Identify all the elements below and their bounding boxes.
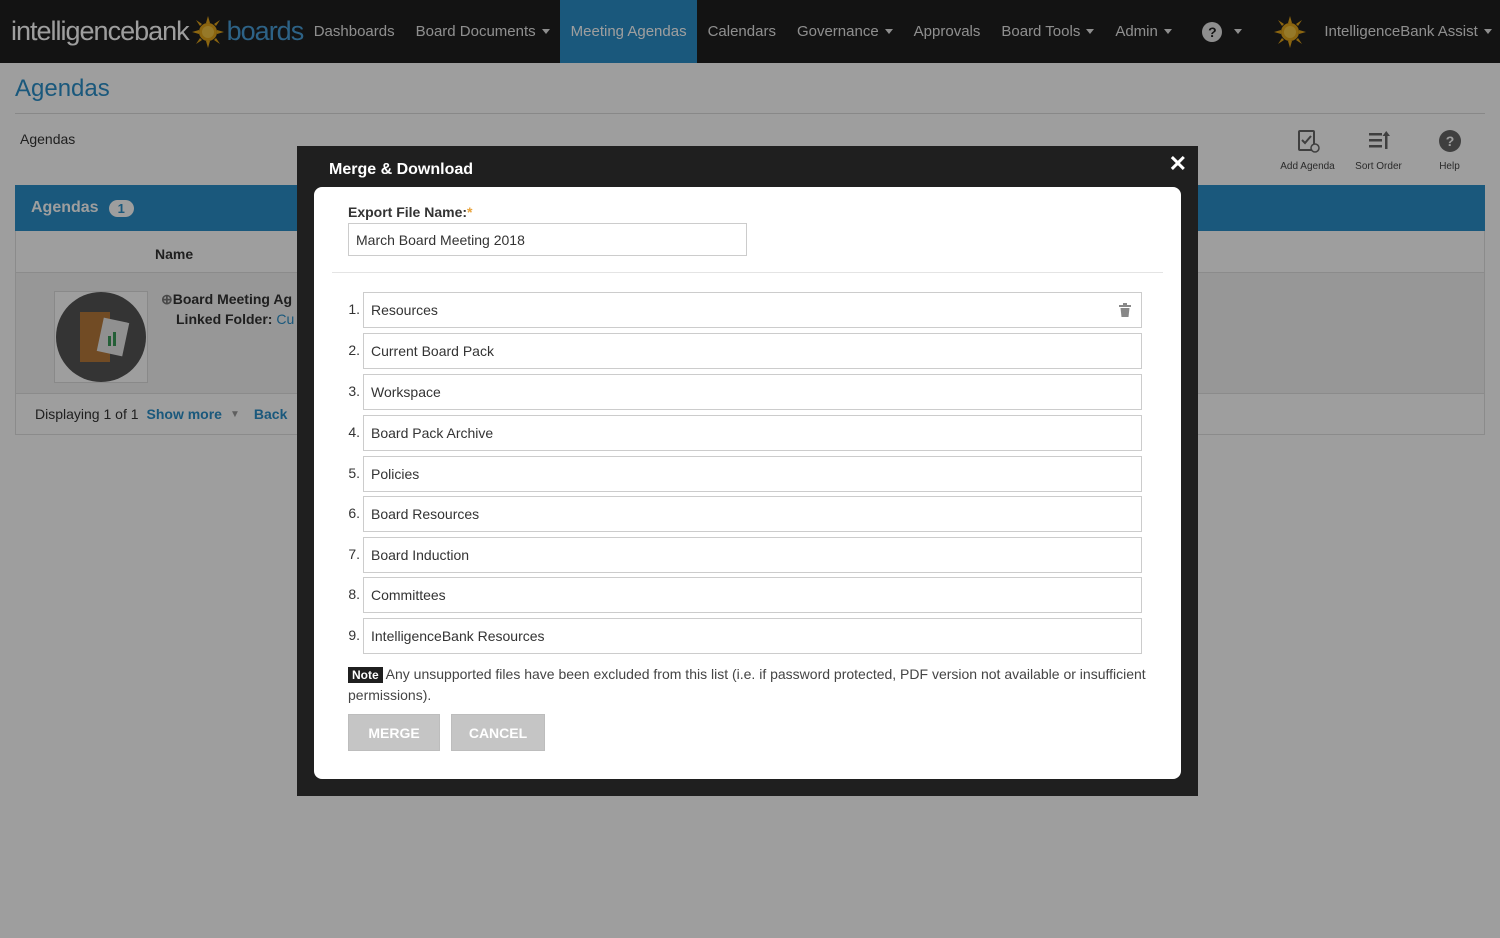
list-item[interactable]: 9. IntelligenceBank Resources: [342, 618, 1142, 654]
export-file-name-label: Export File Name:*: [348, 204, 472, 220]
item-label: Committees: [371, 587, 446, 603]
item-box[interactable]: IntelligenceBank Resources: [363, 618, 1142, 654]
modal-title: Merge & Download: [329, 161, 474, 178]
divider: [332, 272, 1163, 273]
item-label: Policies: [371, 466, 420, 482]
list-item[interactable]: 8. Committees: [342, 577, 1142, 613]
item-number: 5.: [348, 465, 360, 481]
item-box[interactable]: Board Resources: [363, 496, 1142, 532]
item-box[interactable]: Board Induction: [363, 537, 1142, 573]
item-box[interactable]: Workspace: [363, 374, 1142, 410]
note-text: Any unsupported files have been excluded…: [348, 666, 1146, 703]
item-number: 2.: [348, 342, 360, 358]
item-box[interactable]: Current Board Pack: [363, 333, 1142, 369]
item-label: Workspace: [371, 384, 441, 400]
item-label: IntelligenceBank Resources: [371, 628, 545, 644]
close-icon[interactable]: ✕: [1169, 151, 1187, 177]
item-box[interactable]: Committees: [363, 577, 1142, 613]
required-mark: *: [467, 204, 473, 220]
cancel-button[interactable]: CANCEL: [451, 714, 545, 751]
list-item[interactable]: 4. Board Pack Archive: [342, 415, 1142, 451]
item-number: 4.: [348, 424, 360, 440]
item-number: 6.: [348, 505, 360, 521]
item-number: 7.: [348, 546, 360, 562]
item-box[interactable]: Resources: [363, 292, 1142, 328]
merge-download-modal: Merge & Download ✕ Export File Name:* 1.…: [297, 146, 1198, 796]
list-item[interactable]: 7. Board Induction: [342, 537, 1142, 573]
field-label-text: Export File Name:: [348, 204, 468, 220]
list-item[interactable]: 6. Board Resources: [342, 496, 1142, 532]
item-label: Current Board Pack: [371, 343, 494, 359]
list-item[interactable]: 2. Current Board Pack: [342, 333, 1142, 369]
item-label: Resources: [371, 302, 438, 318]
item-number: 9.: [348, 627, 360, 643]
item-number: 3.: [348, 383, 360, 399]
item-number: 1.: [348, 301, 360, 317]
item-box[interactable]: Policies: [363, 456, 1142, 492]
item-label: Board Induction: [371, 547, 470, 563]
item-number: 8.: [348, 586, 360, 602]
modal-body: Export File Name:* 1. Resources 2. Curre…: [314, 187, 1181, 779]
item-label: Board Pack Archive: [371, 425, 494, 441]
list-item[interactable]: 3. Workspace: [342, 374, 1142, 410]
merge-button[interactable]: MERGE: [348, 714, 440, 751]
item-label: Board Resources: [371, 506, 480, 522]
item-box[interactable]: Board Pack Archive: [363, 415, 1142, 451]
note-tag: Note: [348, 667, 383, 683]
list-item[interactable]: 1. Resources: [342, 292, 1142, 328]
trash-icon[interactable]: [1119, 303, 1131, 317]
unsupported-files-note: Note Any unsupported files have been excl…: [348, 664, 1148, 705]
list-item[interactable]: 5. Policies: [342, 456, 1142, 492]
export-file-name-input[interactable]: [348, 223, 747, 256]
